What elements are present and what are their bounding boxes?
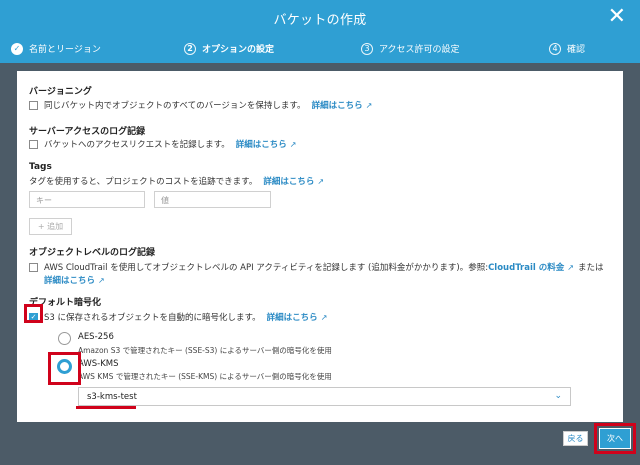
wizard-stepper: ✓ 名前とリージョン 2 オプションの設定 3 アクセス許可の設定 4 確認 xyxy=(0,37,640,63)
step-permissions[interactable]: 3 アクセス許可の設定 xyxy=(361,42,460,55)
kms-key-select[interactable]: s3-kms-test ⌄ xyxy=(78,387,571,406)
step-number: 4 xyxy=(549,42,561,55)
aws-kms-label: AWS-KMS xyxy=(78,359,119,369)
step-label: アクセス許可の設定 xyxy=(379,45,460,55)
kms-key-value: s3-kms-test xyxy=(87,392,137,402)
external-link-icon: ↗ xyxy=(365,100,373,110)
access-log-text: バケットへのアクセスリクエストを記録します。 xyxy=(44,140,230,150)
encryption-row: ✓ S3 に保存されるオブジェクトを自動的に暗号化します。 詳細はこちら ↗ xyxy=(29,311,327,323)
tag-value-input[interactable]: 値 xyxy=(154,191,271,208)
object-log-row: AWS CloudTrail を使用してオブジェクトレベルの API アクティビ… xyxy=(29,261,604,273)
versioning-learn-more-link[interactable]: 詳細はこちら xyxy=(312,99,363,111)
external-link-icon: ↗ xyxy=(289,139,297,149)
chevron-down-icon: ⌄ xyxy=(554,391,562,401)
close-icon[interactable]: ✕ xyxy=(608,6,626,28)
object-log-learn-more-link[interactable]: 詳細はこちら xyxy=(44,274,95,286)
step-number: 2 xyxy=(184,42,196,55)
step-label: 名前とリージョン xyxy=(29,45,101,55)
versioning-row: 同じバケット内でオブジェクトのすべてのバージョンを保持します。 詳細はこちら ↗ xyxy=(29,99,372,111)
tags-title: Tags xyxy=(29,162,52,172)
back-button[interactable]: 戻る xyxy=(563,431,588,446)
tags-desc-row: タグを使用すると、プロジェクトのコストを追跡できます。 詳細はこちら ↗ xyxy=(29,175,325,188)
object-log-or-text: または xyxy=(577,263,604,273)
check-icon: ✓ xyxy=(11,42,23,55)
object-log-row-2: 詳細はこちら ↗ xyxy=(44,274,105,287)
step-name-region[interactable]: ✓ 名前とリージョン xyxy=(11,42,101,55)
external-link-icon: ↗ xyxy=(317,176,325,186)
step-number: 3 xyxy=(361,42,373,55)
step-review[interactable]: 4 確認 xyxy=(549,42,585,55)
external-link-icon: ↗ xyxy=(98,275,105,285)
encryption-text: S3 に保存されるオブジェクトを自動的に暗号化します。 xyxy=(44,313,261,323)
next-button[interactable]: 次へ xyxy=(599,428,631,449)
tag-key-input[interactable]: キー xyxy=(29,191,145,208)
step-label: 確認 xyxy=(567,45,586,55)
aws-kms-radio[interactable] xyxy=(57,359,72,374)
encryption-title: デフォルト暗号化 xyxy=(29,298,102,308)
step-options[interactable]: 2 オプションの設定 xyxy=(184,42,274,55)
options-panel: バージョニング 同じバケット内でオブジェクトのすべてのバージョンを保持します。 … xyxy=(17,71,623,422)
object-log-text: AWS CloudTrail を使用してオブジェクトレベルの API アクティビ… xyxy=(44,263,489,273)
external-link-icon: ↗ xyxy=(567,262,574,272)
versioning-title: バージョニング xyxy=(29,87,92,97)
external-link-icon: ↗ xyxy=(320,312,328,322)
aes256-label: AES-256 xyxy=(78,332,114,342)
access-log-title: サーバーアクセスのログ記録 xyxy=(29,127,146,137)
modal-header: バケットの作成 ✕ xyxy=(0,0,640,37)
versioning-checkbox[interactable] xyxy=(29,100,38,110)
step-label: オプションの設定 xyxy=(202,45,275,55)
tags-text: タグを使用すると、プロジェクトのコストを追跡できます。 xyxy=(29,177,258,187)
aws-kms-desc: AWS KMS で管理されたキー (SSE-KMS) によるサーバー側の暗号化を… xyxy=(78,372,332,381)
aes256-radio[interactable] xyxy=(58,332,71,345)
object-log-title: オブジェクトレベルのログ記録 xyxy=(29,248,156,258)
encryption-checkbox[interactable]: ✓ xyxy=(29,312,38,322)
aes256-desc: Amazon S3 で管理されたキー (SSE-S3) によるサーバー側の暗号化… xyxy=(78,346,332,355)
access-log-row: バケットへのアクセスリクエストを記録します。 詳細はこちら ↗ xyxy=(29,138,296,150)
access-log-learn-more-link[interactable]: 詳細はこちら xyxy=(236,138,287,150)
access-log-checkbox[interactable] xyxy=(29,139,38,149)
cloudtrail-pricing-link[interactable]: CloudTrail の料金 xyxy=(488,261,564,273)
modal-footer xyxy=(0,422,640,465)
versioning-text: 同じバケット内でオブジェクトのすべてのバージョンを保持します。 xyxy=(44,101,306,111)
object-log-checkbox[interactable] xyxy=(29,262,38,272)
add-tag-button[interactable]: + 追加 xyxy=(29,218,72,235)
tags-learn-more-link[interactable]: 詳細はこちら xyxy=(263,175,314,187)
modal-title: バケットの作成 xyxy=(273,13,367,28)
encryption-learn-more-link[interactable]: 詳細はこちら xyxy=(267,311,318,323)
highlight-kms-underline xyxy=(76,406,136,409)
